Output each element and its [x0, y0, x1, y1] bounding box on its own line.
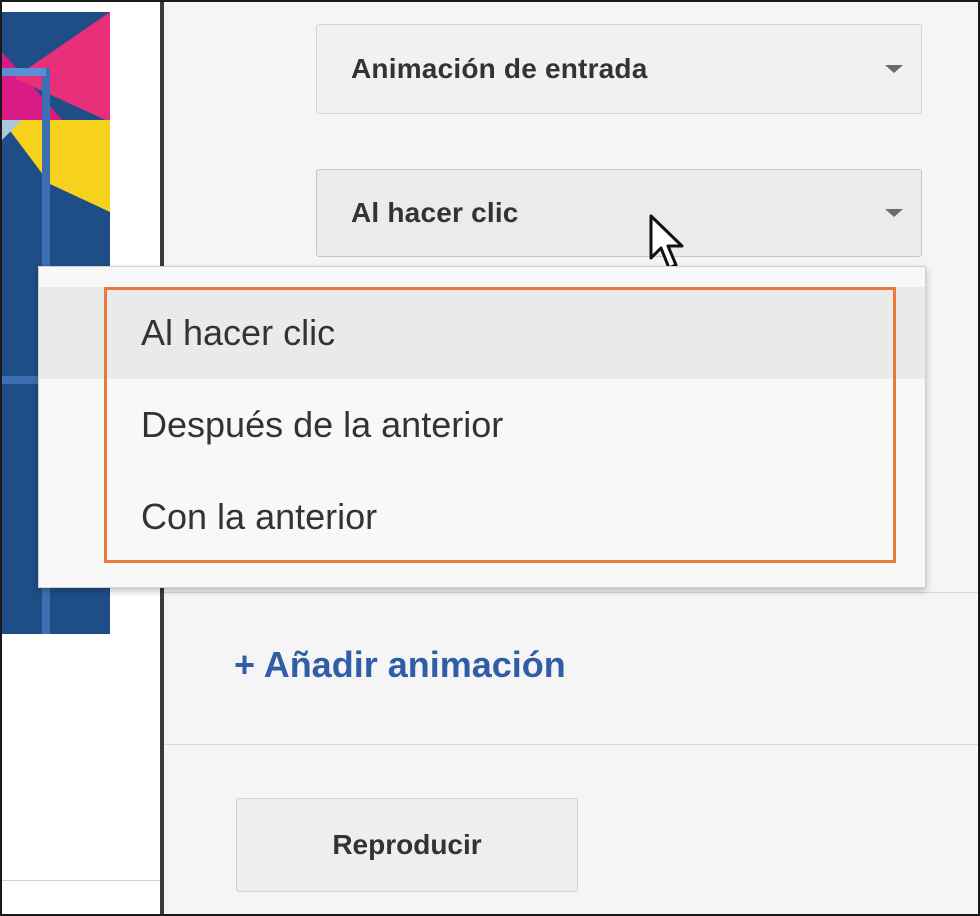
divider: [164, 592, 978, 593]
menu-item-with-previous[interactable]: Con la anterior: [39, 471, 925, 563]
play-button[interactable]: Reproducir: [236, 798, 578, 892]
thumbnail-divider: [2, 880, 160, 881]
menu-item-label: Después de la anterior: [141, 404, 504, 445]
dropdown-caret-icon: [885, 209, 903, 217]
mouse-pointer-icon: [649, 214, 684, 270]
menu-item-after-previous[interactable]: Después de la anterior: [39, 379, 925, 471]
window-frame: Animación de entrada Al hacer clic + Aña…: [0, 0, 980, 916]
effect-select-value: Animación de entrada: [351, 53, 648, 84]
trigger-select-value: Al hacer clic: [351, 197, 519, 228]
trigger-dropdown-menu: Al hacer clic Después de la anterior Con…: [38, 266, 926, 588]
menu-item-on-click[interactable]: Al hacer clic: [39, 287, 925, 379]
effect-select[interactable]: Animación de entrada: [316, 24, 922, 114]
play-button-label: Reproducir: [332, 829, 482, 860]
trigger-select[interactable]: Al hacer clic: [316, 169, 922, 257]
dropdown-caret-icon: [885, 65, 903, 73]
menu-item-label: Al hacer clic: [141, 312, 336, 353]
add-animation-link[interactable]: + Añadir animación: [234, 644, 566, 686]
divider: [164, 744, 978, 745]
menu-item-label: Con la anterior: [141, 496, 378, 537]
